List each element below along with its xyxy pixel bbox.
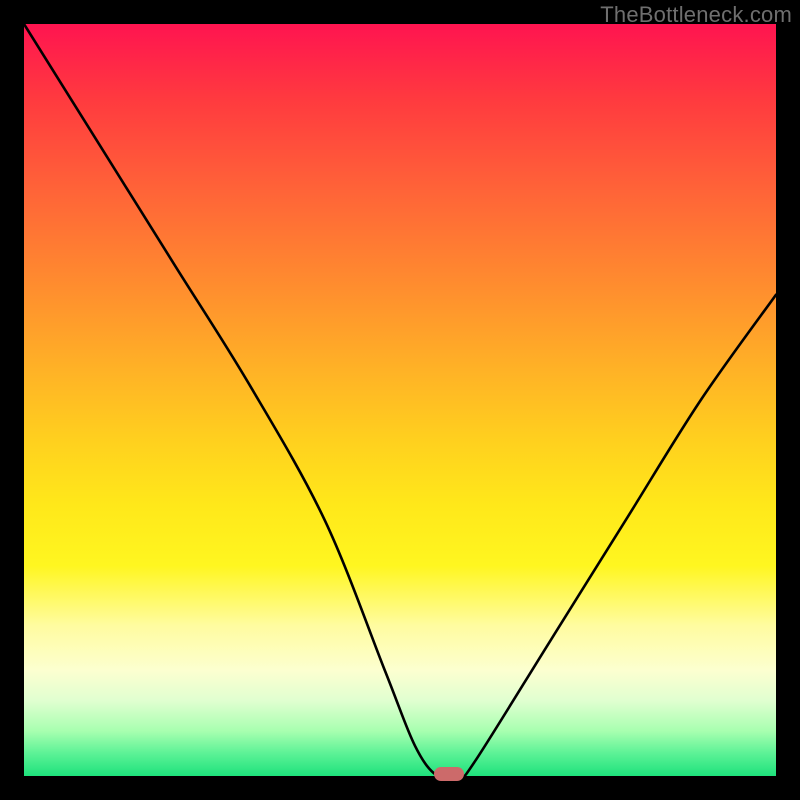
plot-area	[24, 24, 776, 776]
chart-frame: TheBottleneck.com	[0, 0, 800, 800]
bottleneck-curve	[24, 24, 776, 776]
watermark-text: TheBottleneck.com	[600, 2, 792, 28]
minimum-marker	[434, 767, 464, 781]
